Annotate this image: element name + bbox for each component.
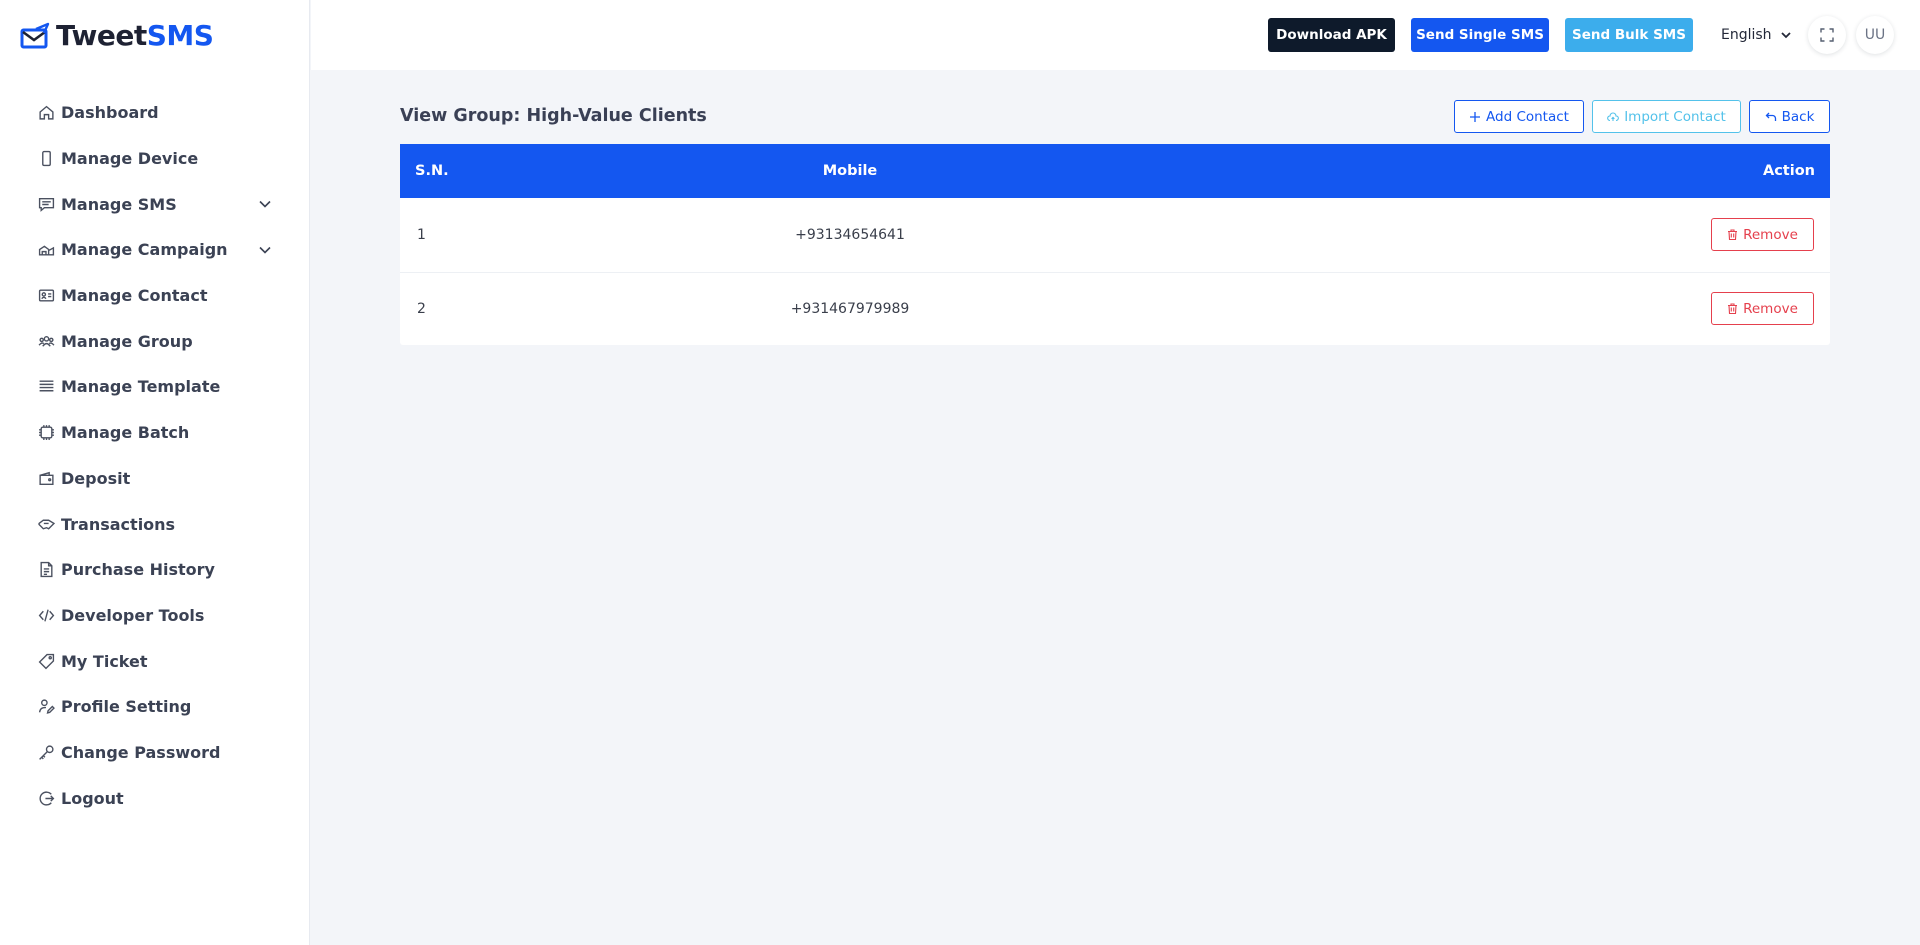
sidebar-item-label: Deposit bbox=[61, 468, 131, 488]
language-label: English bbox=[1721, 27, 1772, 43]
receipt-icon bbox=[37, 561, 55, 579]
add-contact-label: Add Contact bbox=[1486, 108, 1569, 125]
code-icon bbox=[37, 606, 55, 624]
trash-icon bbox=[1728, 229, 1738, 241]
sidebar-item-manage-campaign[interactable]: Manage Campaign bbox=[0, 227, 310, 273]
send-single-sms-button[interactable]: Send Single SMS bbox=[1411, 18, 1549, 52]
sidebar-item-logout[interactable]: Logout bbox=[0, 775, 310, 821]
group-contacts-table: S.N. Mobile Action 1 +93134654641 Remove bbox=[400, 144, 1830, 345]
table-row: 1 +93134654641 Remove bbox=[400, 198, 1830, 272]
sidebar-item-label: Manage Device bbox=[61, 149, 199, 169]
sidebar-item-dashboard[interactable]: Dashboard bbox=[0, 90, 310, 136]
sidebar-item-manage-contact[interactable]: Manage Contact bbox=[0, 273, 310, 319]
table-header-row: S.N. Mobile Action bbox=[400, 144, 1830, 198]
sidebar-item-manage-batch[interactable]: Manage Batch bbox=[0, 410, 310, 456]
column-header-sn: S.N. bbox=[415, 163, 449, 179]
avatar[interactable]: UU bbox=[1856, 16, 1894, 54]
sidebar-item-label: Manage Batch bbox=[61, 423, 190, 443]
brand-name: TweetSMS bbox=[56, 19, 214, 52]
sidebar-item-developer-tools[interactable]: Developer Tools bbox=[0, 593, 310, 639]
sidebar-item-label: Manage Campaign bbox=[61, 240, 228, 260]
sidebar-item-label: Dashboard bbox=[61, 103, 159, 123]
trash-icon bbox=[1728, 303, 1738, 315]
sidebar-item-label: Logout bbox=[61, 788, 124, 808]
key-icon bbox=[37, 743, 55, 761]
transaction-icon bbox=[37, 515, 55, 533]
sidebar-item-label: Manage Template bbox=[61, 377, 221, 397]
logout-icon bbox=[37, 789, 55, 807]
sidebar-item-label: Profile Setting bbox=[61, 697, 192, 717]
sidebar-item-change-password[interactable]: Change Password bbox=[0, 730, 310, 776]
contact-card-icon bbox=[37, 287, 55, 305]
template-icon bbox=[37, 378, 55, 396]
remove-label: Remove bbox=[1743, 300, 1798, 317]
sidebar-item-profile-setting[interactable]: Profile Setting bbox=[0, 684, 310, 730]
sidebar-item-label: Transactions bbox=[61, 514, 176, 534]
sidebar-nav: Dashboard Manage Device Manage SMS Manag… bbox=[0, 90, 310, 821]
sidebar-item-manage-sms[interactable]: Manage SMS bbox=[0, 181, 310, 227]
cell-action: Remove bbox=[1100, 198, 1830, 272]
message-icon bbox=[37, 195, 55, 213]
envelope-send-icon bbox=[20, 22, 50, 49]
wallet-icon bbox=[37, 469, 55, 487]
cell-sn: 2 bbox=[417, 300, 426, 317]
column-header-mobile: Mobile bbox=[822, 163, 878, 179]
sidebar-item-manage-device[interactable]: Manage Device bbox=[0, 136, 310, 182]
chevron-down-icon bbox=[259, 246, 271, 254]
chevron-down-icon bbox=[259, 201, 271, 208]
remove-button[interactable]: Remove bbox=[1711, 292, 1814, 326]
remove-button[interactable]: Remove bbox=[1711, 218, 1814, 252]
brand-logo[interactable]: TweetSMS bbox=[20, 18, 214, 54]
chevron-down-icon bbox=[1780, 32, 1791, 39]
sidebar-item-my-ticket[interactable]: My Ticket bbox=[0, 638, 310, 684]
page-title: View Group: High-Value Clients bbox=[400, 106, 707, 126]
back-button[interactable]: Back bbox=[1749, 100, 1830, 133]
sidebar-item-transactions[interactable]: Transactions bbox=[0, 501, 310, 547]
phone-icon bbox=[37, 150, 55, 168]
cell-sn: 1 bbox=[417, 226, 426, 243]
sidebar-item-label: Purchase History bbox=[61, 560, 215, 580]
table-row: 2 +931467979989 Remove bbox=[400, 272, 1830, 345]
sidebar-item-deposit[interactable]: Deposit bbox=[0, 456, 310, 502]
sidebar-item-label: Manage SMS bbox=[61, 194, 177, 214]
sidebar-item-label: Change Password bbox=[61, 742, 221, 762]
cell-mobile: +931467979989 bbox=[790, 300, 910, 317]
column-header-action: Action bbox=[1762, 163, 1815, 179]
back-arrow-icon bbox=[1765, 112, 1776, 121]
sidebar-item-label: My Ticket bbox=[61, 651, 148, 671]
fullscreen-icon bbox=[1820, 28, 1834, 42]
fullscreen-button[interactable] bbox=[1808, 16, 1846, 54]
batch-icon bbox=[37, 424, 55, 442]
cell-action: Remove bbox=[1100, 272, 1830, 345]
sidebar-item-label: Manage Group bbox=[61, 331, 193, 351]
sidebar: TweetSMS Dashboard Manage Device Manage … bbox=[0, 0, 310, 945]
sidebar-item-manage-template[interactable]: Manage Template bbox=[0, 364, 310, 410]
campaign-icon bbox=[37, 241, 55, 259]
group-icon bbox=[37, 332, 55, 350]
sidebar-item-manage-group[interactable]: Manage Group bbox=[0, 318, 310, 364]
import-contact-label: Import Contact bbox=[1624, 108, 1726, 125]
remove-label: Remove bbox=[1743, 226, 1798, 243]
send-bulk-sms-button[interactable]: Send Bulk SMS bbox=[1565, 18, 1693, 52]
user-edit-icon bbox=[37, 698, 55, 716]
sidebar-item-purchase-history[interactable]: Purchase History bbox=[0, 547, 310, 593]
cloud-upload-icon bbox=[1607, 112, 1620, 121]
language-select[interactable]: English bbox=[1721, 18, 1792, 52]
cell-mobile: +93134654641 bbox=[795, 226, 905, 243]
add-contact-button[interactable]: Add Contact bbox=[1454, 100, 1584, 133]
top-header: Download APK Send Single SMS Send Bulk S… bbox=[311, 0, 1920, 70]
back-label: Back bbox=[1781, 108, 1815, 125]
home-icon bbox=[37, 104, 55, 122]
sidebar-item-label: Developer Tools bbox=[61, 605, 205, 625]
sidebar-item-label: Manage Contact bbox=[61, 286, 208, 306]
download-apk-button[interactable]: Download APK bbox=[1268, 18, 1395, 52]
ticket-icon bbox=[37, 652, 55, 670]
import-contact-button[interactable]: Import Contact bbox=[1592, 100, 1741, 133]
plus-icon bbox=[1470, 111, 1481, 122]
